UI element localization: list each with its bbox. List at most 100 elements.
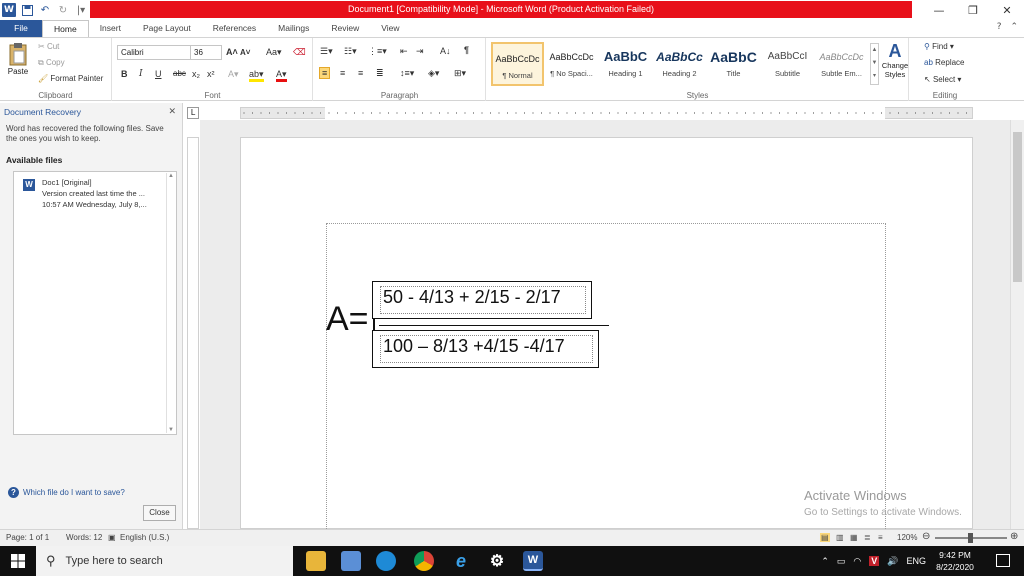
tab-page-layout[interactable]: Page Layout [132, 20, 202, 37]
justify-icon[interactable]: ≣ [376, 68, 384, 79]
style-title[interactable]: AaBbC Title [707, 42, 760, 86]
font-size-box[interactable]: 36 [190, 45, 222, 60]
tab-review[interactable]: Review [320, 20, 370, 37]
print-layout-icon[interactable]: ▤ [820, 533, 830, 542]
help-link[interactable]: ? Which file do I want to save? [8, 487, 125, 498]
align-left-icon[interactable]: ≡ [319, 67, 331, 79]
page-count[interactable]: Page: 1 of 1 [6, 533, 49, 542]
numbering-icon[interactable]: ☷▾ [344, 46, 357, 57]
full-screen-icon[interactable]: ▥ [836, 533, 844, 542]
select-button[interactable]: ↖ Select ▾ [924, 75, 961, 84]
scroll-thumb[interactable] [1013, 132, 1022, 282]
line-spacing-icon[interactable]: ↕≡▾ [400, 68, 414, 79]
styles-gallery-scroll[interactable]: ▲ ▼ ▾ [870, 43, 879, 85]
web-layout-icon[interactable]: ▦ [850, 533, 858, 542]
vertical-scrollbar[interactable] [1010, 120, 1024, 529]
show-formatting-icon[interactable]: ¶ [464, 45, 469, 55]
pane-close-icon[interactable]: ✕ [168, 106, 176, 117]
clear-formatting-icon[interactable]: ⌫ [293, 47, 306, 58]
file-list-scrollbar[interactable]: ▲ ▼ [166, 173, 175, 433]
proofing-icon[interactable]: ▣ [108, 533, 116, 542]
tab-selector-icon[interactable]: L [187, 107, 199, 119]
highlight-icon[interactable]: ab▾ [249, 69, 264, 82]
tab-view[interactable]: View [370, 20, 410, 37]
equation-lhs[interactable]: A= [326, 300, 369, 339]
shrink-font-icon[interactable]: A˅ [240, 48, 250, 57]
close-button[interactable]: ✕ [990, 0, 1024, 20]
vpn-icon[interactable]: V [869, 556, 880, 566]
outline-icon[interactable]: ≣ [864, 533, 871, 542]
tab-home[interactable]: Home [42, 20, 89, 37]
bullets-icon[interactable]: ☰▾ [320, 46, 333, 57]
zoom-in-icon[interactable]: ⊕ [1010, 531, 1018, 542]
input-language[interactable]: ENG [906, 556, 926, 566]
volume-icon[interactable]: 🔊 [887, 556, 898, 567]
word-count[interactable]: Words: 12 [66, 533, 102, 542]
vertical-ruler[interactable] [187, 137, 199, 529]
undo-icon[interactable]: ↶ [38, 3, 52, 17]
paste-button[interactable]: Paste [5, 42, 31, 86]
camera-icon[interactable] [341, 551, 361, 571]
italic-icon[interactable]: I [139, 69, 143, 79]
increase-indent-icon[interactable]: ⇥ [416, 46, 424, 57]
sort-icon[interactable]: A↓ [440, 46, 451, 56]
multilevel-list-icon[interactable]: ⋮≡▾ [368, 46, 387, 57]
tab-references[interactable]: References [202, 20, 267, 37]
font-name-box[interactable]: Calibri [117, 45, 191, 60]
font-color-icon[interactable]: A▾ [276, 69, 287, 82]
tab-insert[interactable]: Insert [89, 20, 132, 37]
maximize-button[interactable]: ❐ [956, 0, 990, 20]
denominator-box[interactable]: 100 – 8/13 +4/15 -4/17 [372, 330, 599, 368]
format-painter-button[interactable]: 🖌 Format Painter [38, 74, 103, 83]
change-styles-button[interactable]: A Change Styles [881, 41, 909, 79]
shading-icon[interactable]: ◈▾ [428, 68, 439, 79]
find-button[interactable]: ⚲ Find ▾ [924, 42, 954, 51]
tray-expand-icon[interactable]: ⌃ [821, 556, 829, 567]
tab-mailings[interactable]: Mailings [267, 20, 320, 37]
cut-button[interactable]: ✂ Cut [38, 42, 59, 51]
copy-button[interactable]: ⧉ Copy [38, 58, 65, 68]
wifi-icon[interactable]: ◠ [853, 556, 861, 567]
taskbar-clock[interactable]: 9:42 PM 8/22/2020 [934, 549, 976, 573]
chrome-icon[interactable] [414, 551, 434, 571]
underline-icon[interactable]: U [155, 69, 162, 79]
bold-icon[interactable]: B [121, 69, 128, 79]
style-subtle-emphasis[interactable]: AaBbCcDc Subtle Em... [815, 42, 868, 86]
ie-icon[interactable]: e [451, 551, 471, 571]
file-explorer-icon[interactable] [306, 551, 326, 571]
style-no-spacing[interactable]: AaBbCcDc ¶ No Spaci... [545, 42, 598, 86]
align-right-icon[interactable]: ≡ [358, 68, 363, 78]
style-subtitle[interactable]: AaBbCcI Subtitle [761, 42, 814, 86]
edge-icon[interactable] [376, 551, 396, 571]
style-heading-1[interactable]: AaBbC Heading 1 [599, 42, 652, 86]
zoom-level[interactable]: 120% [897, 533, 917, 542]
align-center-icon[interactable]: ≡ [340, 68, 345, 78]
zoom-slider-knob[interactable] [968, 533, 973, 543]
start-button[interactable] [0, 546, 36, 576]
decrease-indent-icon[interactable]: ⇤ [400, 46, 408, 57]
subscript-icon[interactable]: x₂ [192, 69, 200, 79]
borders-icon[interactable]: ⊞▾ [454, 68, 466, 79]
superscript-icon[interactable]: x² [207, 69, 215, 79]
grow-font-icon[interactable]: A˄ [226, 47, 238, 57]
collapse-ribbon-icon[interactable]: ⌃ [1010, 22, 1018, 32]
notification-icon[interactable] [996, 554, 1010, 567]
recovery-close-button[interactable]: Close [143, 505, 176, 521]
customize-qat-icon[interactable]: |▾ [74, 3, 88, 17]
language-indicator[interactable]: English (U.S.) [120, 533, 169, 542]
style-heading-2[interactable]: AaBbCc Heading 2 [653, 42, 706, 86]
minimize-button[interactable]: — [922, 0, 956, 20]
draft-icon[interactable]: ≡ [878, 533, 883, 542]
taskbar-search[interactable]: ⚲ Type here to search [36, 546, 293, 576]
text-effects-icon[interactable]: A▾ [228, 69, 239, 80]
tab-file[interactable]: File [0, 20, 42, 37]
strikethrough-icon[interactable]: abc [173, 69, 186, 78]
change-case-icon[interactable]: Aa▾ [266, 47, 282, 58]
replace-button[interactable]: ab Replace [924, 58, 965, 67]
zoom-out-icon[interactable]: ⊖ [922, 531, 930, 542]
battery-icon[interactable]: ▭ [837, 556, 846, 567]
redo-icon[interactable]: ↻ [56, 3, 70, 17]
help-icon[interactable]: ? [997, 22, 1002, 32]
save-icon[interactable] [20, 3, 34, 17]
numerator-box[interactable]: 50 - 4/13 + 2/15 - 2/17 [372, 281, 592, 319]
